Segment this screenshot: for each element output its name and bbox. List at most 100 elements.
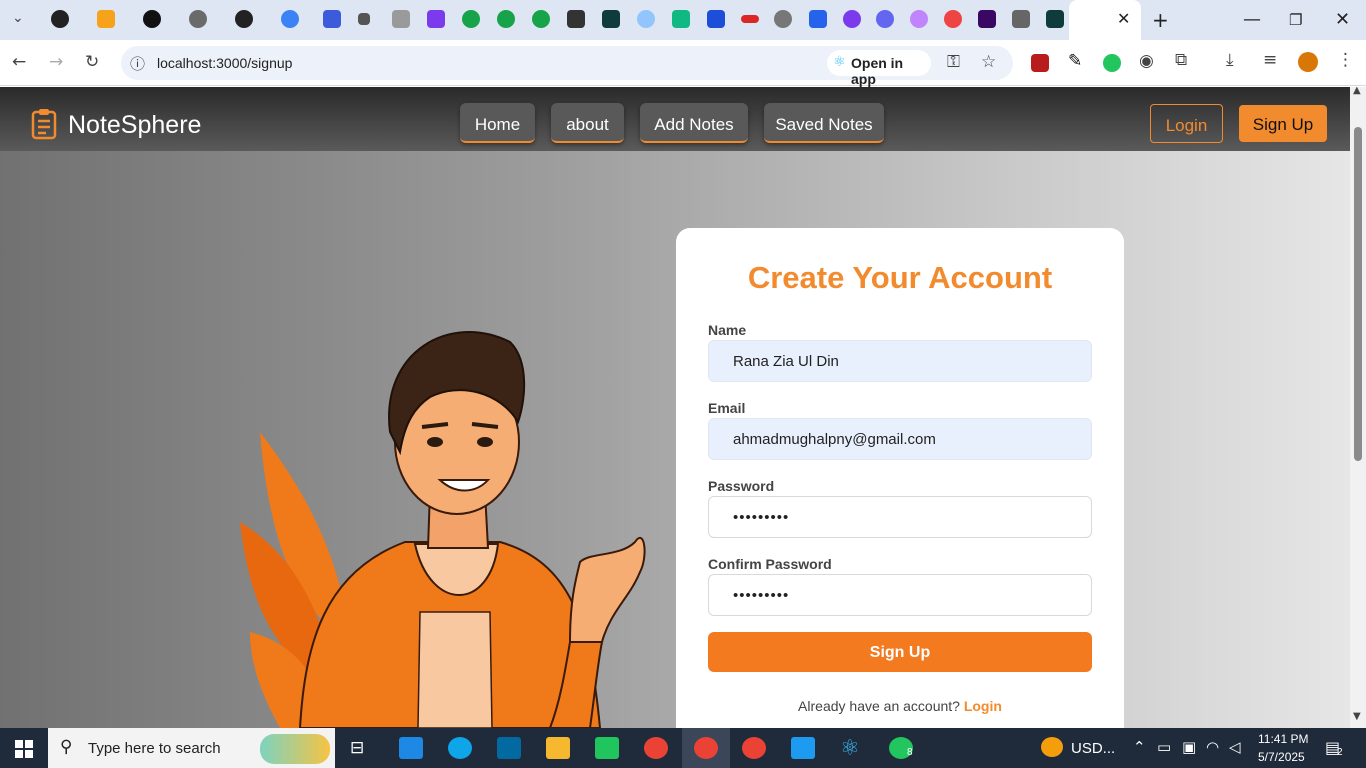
volume-icon[interactable]: ◁ — [1229, 738, 1241, 756]
audio-tab-icon[interactable] — [1012, 10, 1030, 28]
file-explorer-icon[interactable] — [546, 737, 570, 759]
tab-icon[interactable] — [910, 10, 928, 28]
key-icon[interactable]: ⚿ — [947, 52, 960, 72]
cloud-tab-icon[interactable] — [774, 10, 792, 28]
confirm-password-input[interactable]: ••••••••• — [708, 574, 1092, 616]
camera-tab-icon[interactable] — [392, 10, 410, 28]
tab-icon[interactable] — [741, 15, 759, 23]
microsoft-store-icon[interactable] — [399, 737, 423, 759]
tab-icon[interactable] — [532, 10, 550, 28]
nav-link-saved-notes[interactable]: Saved Notes — [764, 103, 884, 143]
browser-tab-strip: ⌄ ✕ + — ❐ ✕ — [0, 0, 1366, 40]
extension-icon[interactable] — [1103, 54, 1121, 72]
clock-time[interactable]: 11:41 PM — [1258, 732, 1308, 746]
tab-icon[interactable] — [944, 10, 962, 28]
name-input[interactable]: Rana Zia Ul Din — [708, 340, 1092, 382]
vscode-icon[interactable] — [791, 737, 815, 759]
nav-link-home[interactable]: Home — [460, 103, 535, 143]
chrome-profile-icon[interactable] — [742, 737, 766, 759]
notification-count: 2 — [1337, 747, 1343, 758]
login-link[interactable]: Login — [964, 698, 1002, 714]
openai-tab-icon[interactable] — [143, 10, 161, 28]
tab-icon[interactable] — [843, 10, 861, 28]
reload-icon[interactable]: ↻ — [85, 52, 99, 72]
react-tab-icon[interactable] — [602, 10, 620, 28]
tab-icon[interactable] — [358, 13, 370, 25]
page-scrollbar[interactable]: ▲ ▼ — [1350, 85, 1366, 728]
media-control-icon[interactable]: ≡ — [1263, 50, 1277, 70]
tab-icon[interactable] — [876, 10, 894, 28]
camera-extension-icon[interactable]: ◉ — [1139, 51, 1154, 71]
windows-taskbar: ⚲ Type here to search ⊟ ⚛ 8 USD... ⌃ ▭ ▣… — [0, 728, 1366, 768]
brand-name[interactable]: NoteSphere — [68, 111, 201, 140]
site-info-icon[interactable]: ⓘ — [130, 53, 145, 74]
profile-avatar[interactable] — [1298, 52, 1318, 72]
tab-icon[interactable] — [978, 10, 996, 28]
new-tab-icon[interactable]: + — [1152, 8, 1169, 32]
tab-icon[interactable] — [707, 10, 725, 28]
tab-icon[interactable] — [672, 10, 690, 28]
tab-icon[interactable] — [497, 10, 515, 28]
forward-icon[interactable]: → — [49, 52, 63, 72]
open-in-app-button[interactable]: ⚛ Open in app — [827, 50, 931, 87]
wifi-icon[interactable]: ◠ — [1206, 738, 1219, 756]
windows-start-icon[interactable] — [15, 740, 33, 758]
tray-chevron-icon[interactable]: ⌃ — [1133, 738, 1146, 756]
bookmark-star-icon[interactable]: ☆ — [981, 52, 996, 72]
waving-man-illustration — [240, 331, 646, 728]
nav-link-add-notes[interactable]: Add Notes — [640, 103, 748, 143]
tab-search-chevron-icon[interactable]: ⌄ — [12, 10, 24, 26]
pycharm-icon[interactable] — [595, 737, 619, 759]
weather-widget-text[interactable]: USD... — [1071, 740, 1115, 757]
power-icon[interactable]: ▭ — [1157, 738, 1171, 756]
login-prompt-text: Already have an account? — [798, 698, 960, 714]
taskbar-search-box[interactable]: ⚲ Type here to search — [48, 728, 335, 768]
tab-icon[interactable] — [235, 10, 253, 28]
display-icon[interactable]: ▣ — [1182, 738, 1196, 756]
extension-icon[interactable] — [1031, 54, 1049, 72]
browser-menu-icon[interactable]: ⋮ — [1337, 50, 1354, 70]
browser-toolbar: ← → ↻ ⓘ localhost:3000/signup ⚛ Open in … — [0, 40, 1366, 87]
bootstrap-tab-icon[interactable] — [427, 10, 445, 28]
extensions-puzzle-icon[interactable]: ⧉ — [1175, 50, 1187, 70]
minimize-icon[interactable]: — — [1243, 9, 1261, 30]
react-devtools-icon[interactable]: ⚛ — [840, 735, 860, 761]
close-tab-icon[interactable]: ✕ — [1117, 9, 1130, 28]
nav-login-button[interactable]: Login — [1150, 104, 1223, 143]
edge-icon[interactable] — [448, 737, 472, 759]
cloud-tab-icon[interactable] — [189, 10, 207, 28]
chrome-active-slot[interactable] — [682, 728, 730, 768]
currency-icon[interactable] — [1041, 737, 1063, 757]
back-icon[interactable]: ← — [12, 52, 26, 72]
download-icon[interactable]: ⤓ — [1226, 50, 1234, 70]
nav-link-about[interactable]: about — [551, 103, 624, 143]
tab-icon[interactable] — [462, 10, 480, 28]
password-input[interactable]: ••••••••• — [708, 496, 1092, 538]
email-label: Email — [708, 400, 746, 416]
close-window-icon[interactable]: ✕ — [1335, 9, 1350, 30]
scroll-up-icon[interactable]: ▲ — [1353, 85, 1361, 96]
tab-icon[interactable] — [281, 10, 299, 28]
signup-submit-button[interactable]: Sign Up — [708, 632, 1092, 672]
play-tab-icon[interactable] — [809, 10, 827, 28]
chrome-icon[interactable] — [644, 737, 668, 759]
react-tab-icon[interactable] — [1046, 10, 1064, 28]
loading-tab-icon[interactable] — [637, 10, 655, 28]
color-picker-icon[interactable]: ✎ — [1068, 51, 1082, 71]
search-icon: ⚲ — [60, 737, 73, 757]
restore-icon[interactable]: ❐ — [1289, 11, 1302, 29]
email-input[interactable]: ahmadmughalpny@gmail.com — [708, 418, 1092, 460]
clock-date[interactable]: 5/7/2025 — [1258, 750, 1305, 764]
scroll-down-icon[interactable]: ▼ — [1353, 711, 1361, 722]
task-view-icon[interactable]: ⊟ — [350, 738, 364, 758]
nav-signup-button[interactable]: Sign Up — [1239, 105, 1327, 142]
url-text[interactable]: localhost:3000/signup — [157, 55, 292, 71]
github-tab-icon[interactable] — [51, 10, 69, 28]
outlook-icon[interactable] — [497, 737, 521, 759]
active-tab[interactable]: ✕ — [1069, 0, 1141, 40]
address-bar[interactable]: ⓘ localhost:3000/signup ⚛ Open in app ⚿ … — [121, 46, 1013, 87]
tab-icon[interactable] — [567, 10, 585, 28]
scrollbar-thumb[interactable] — [1354, 127, 1362, 461]
tab-icon[interactable] — [323, 10, 341, 28]
analytics-tab-icon[interactable] — [97, 10, 115, 28]
